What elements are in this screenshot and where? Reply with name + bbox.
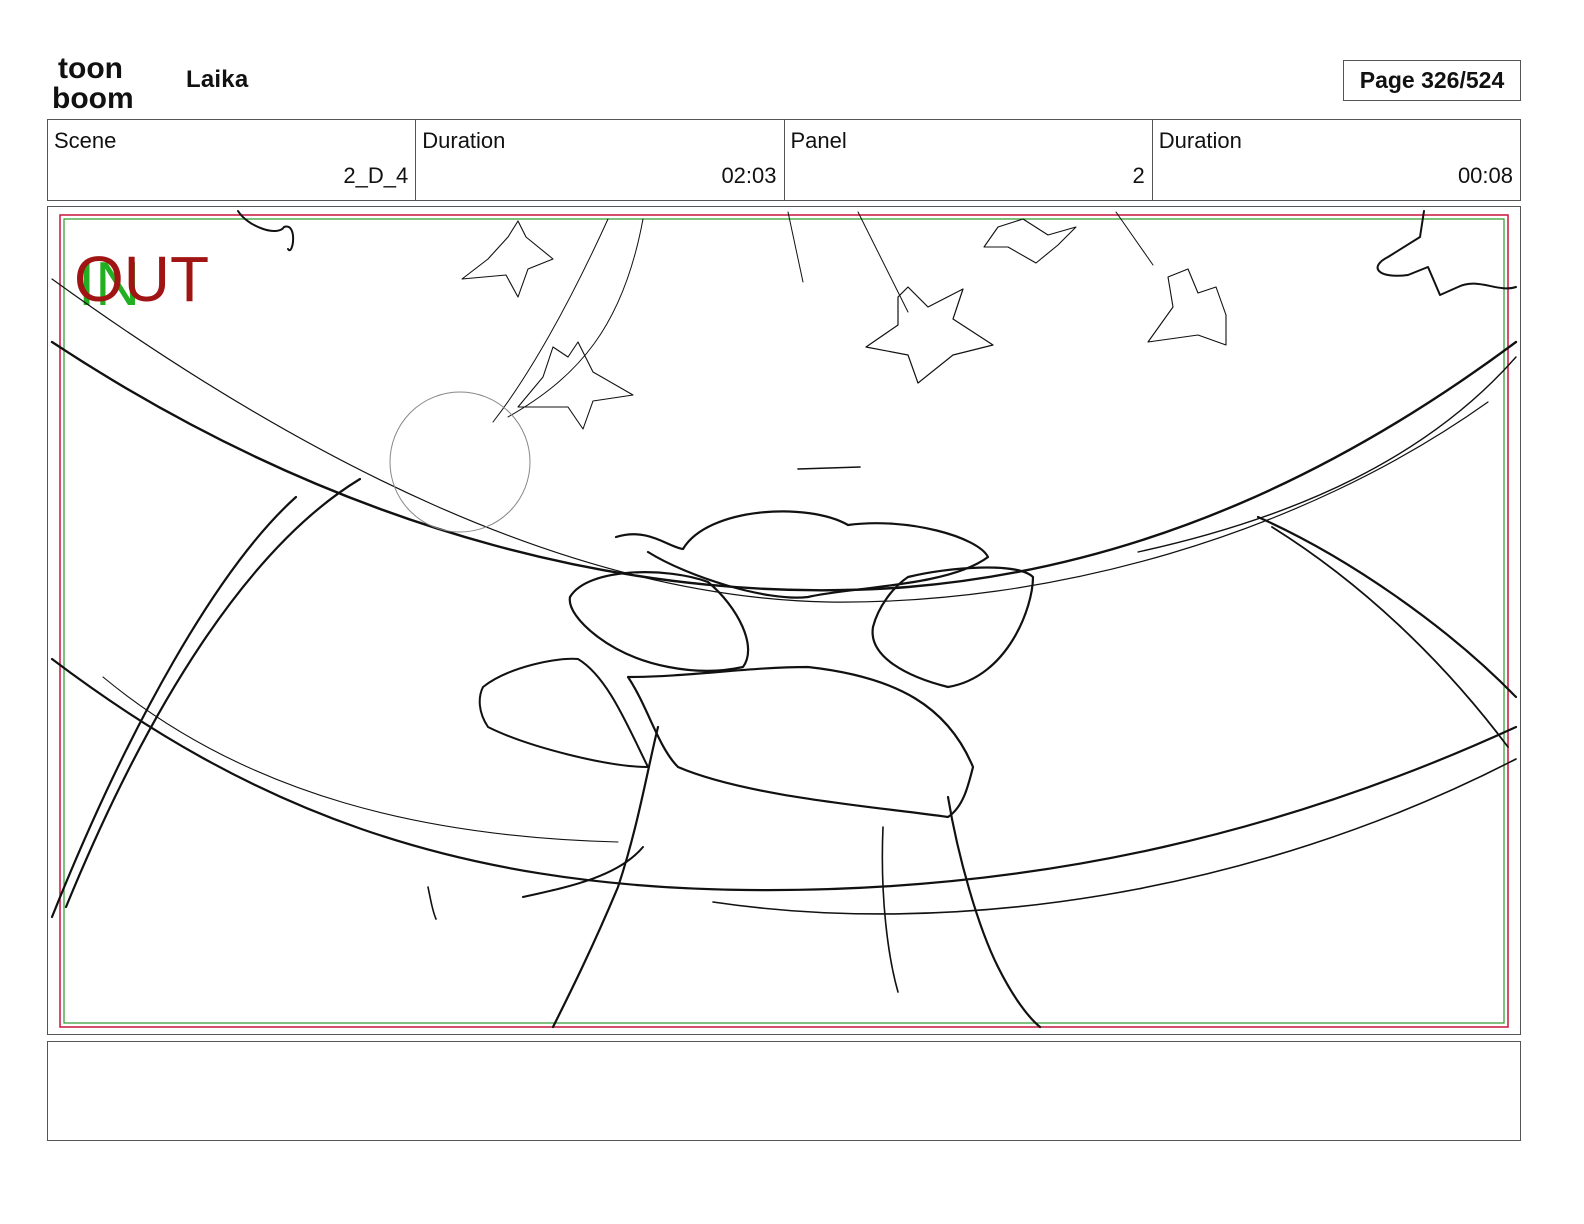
sketch-hat-rim [797,466,861,470]
scene-info-row: Scene 2_D_4 Duration 02:03 Panel 2 Durat… [47,119,1521,201]
panel-duration-cell: Duration 00:08 [1153,120,1520,200]
sketch-hanging-line-1 [492,218,609,423]
sketch-lower-arc-2 [102,676,619,843]
sketch-character-arm [478,657,649,768]
out-marker: OUT [74,243,209,315]
sketch-lower-arc [50,657,1518,892]
panel-label: Panel [790,128,847,153]
storyboard-panel: IN OUT [47,206,1521,1035]
sketch-hanging-line-4 [857,211,909,313]
scene-duration-cell: Duration 02:03 [416,120,785,200]
sketch-vine-top-left [237,210,295,252]
sketch-flower-4 [983,218,1077,264]
sketch-upper-arc-2 [51,278,1489,603]
safe-frame-red [59,214,1509,1028]
sketch-lower-arc-3 [712,758,1517,915]
sketch-hanging-line-2 [507,218,644,418]
logo-text-bottom: boom [52,82,134,112]
sketch-flower-1 [461,220,554,298]
scene-duration-value: 02:03 [721,163,777,188]
sketch-shadow-stroke [427,886,437,920]
logo-text-top: toon [58,52,123,85]
sketch-left-line-2 [64,477,362,909]
sketch-vine-top-right [1376,210,1517,296]
sketch-ornament-ball [389,391,531,533]
sketch-collar [522,846,644,898]
sketch-character-head-right [871,566,1035,689]
sketch-flower-5 [1147,268,1227,346]
panel-notes [47,1041,1521,1141]
panel-duration-value: 00:08 [1457,163,1513,188]
scene-cell: Scene 2_D_4 [48,120,417,200]
panel-drawing: IN OUT [50,210,1518,1029]
scene-duration-label: Duration [422,128,506,153]
panel-value: 2 [1132,163,1145,188]
project-title: Laika [186,66,249,93]
sketch-flower-2 [517,341,634,430]
scene-label: Scene [54,128,117,153]
toonboom-logo: toon boom [52,52,134,112]
panel-duration-label: Duration [1158,128,1242,153]
sketch-hanging-line-5 [1115,211,1154,266]
page-indicator: Page 326/524 [1343,60,1521,101]
sketch-character-body [626,665,975,819]
sketch-right-line-2 [1271,526,1509,748]
safe-frame-green [63,218,1505,1024]
panel-cell: Panel 2 [785,120,1153,200]
sketch-character-back-mid [881,826,899,993]
sketch-hanging-line-3 [787,211,804,283]
sketch-flower-3 [865,286,994,384]
scene-value: 2_D_4 [343,163,409,188]
